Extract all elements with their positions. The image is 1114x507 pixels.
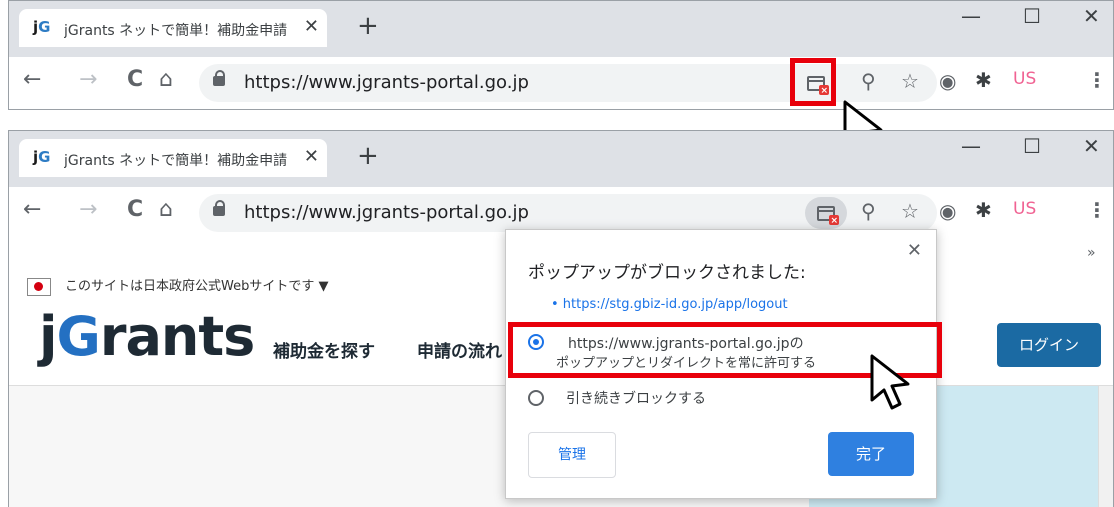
camera-icon[interactable]: ◉ [939, 69, 956, 93]
gov-banner-text: このサイトは日本政府公式Webサイトです ▼ [65, 279, 329, 294]
lock-icon[interactable] [213, 70, 225, 86]
forward-icon[interactable]: → [79, 67, 97, 92]
dialog-close-icon[interactable]: ✕ [907, 240, 922, 261]
camera-icon[interactable]: ◉ [939, 199, 956, 223]
back-icon[interactable]: ← [23, 197, 41, 222]
tab-close-icon[interactable]: ✕ [304, 146, 319, 167]
nav-application-flow[interactable]: 申請の流れ [417, 337, 502, 362]
manage-button[interactable]: 管理 [528, 432, 616, 478]
tab-close-icon[interactable]: ✕ [304, 16, 319, 37]
logo-g: G [56, 305, 101, 368]
bookmark-star-icon[interactable]: ☆ [901, 69, 919, 93]
maximize-button[interactable]: ☐ [1023, 134, 1041, 158]
menu-icon[interactable]: ⋮ [1087, 68, 1107, 92]
done-button[interactable]: 完了 [828, 432, 914, 476]
jgrants-favicon: jG [33, 18, 51, 36]
option-block-label: 引き続きブロックする [566, 391, 706, 407]
tab-title: jGrants ネットで簡単！補助金申請 [64, 153, 288, 169]
browser-tab[interactable]: jG jGrants ネットで簡単！補助金申請 ✕ [19, 139, 327, 177]
popup-blocked-icon[interactable]: × [817, 206, 839, 226]
toolbar: ← → C ⌂ https://www.jgrants-portal.go.jp… [9, 57, 1113, 109]
url-text: https://www.jgrants-portal.go.jp [244, 202, 529, 223]
maximize-button[interactable]: ☐ [1023, 4, 1041, 28]
back-icon[interactable]: ← [23, 67, 41, 92]
browser-window-top: jG jGrants ネットで簡単！補助金申請 ✕ + — ☐ ✕ ← → C … [8, 0, 1114, 110]
bookmarks-overflow-icon[interactable]: » [1087, 245, 1096, 261]
extensions-icon[interactable]: ✱ [975, 198, 992, 222]
japan-flag-icon [27, 277, 51, 296]
window-close-button[interactable]: ✕ [1083, 4, 1100, 28]
nav-search-subsidy[interactable]: 補助金を探す [273, 337, 375, 362]
jgrants-favicon: jG [33, 148, 51, 166]
lock-icon[interactable] [213, 200, 225, 216]
profile-badge[interactable]: US [1013, 199, 1036, 219]
radio-keep-blocking[interactable] [528, 390, 544, 406]
forward-icon[interactable]: → [79, 197, 97, 222]
blocked-popup-link[interactable]: • https://stg.gbiz-id.go.jp/app/logout [551, 297, 788, 312]
bookmark-star-icon[interactable]: ☆ [901, 199, 919, 223]
tab-title: jGrants ネットで簡単！補助金申請 [64, 23, 288, 39]
home-icon[interactable]: ⌂ [159, 197, 173, 222]
page-scrollbar[interactable] [1098, 386, 1113, 507]
reload-icon[interactable]: C [127, 67, 143, 92]
menu-icon[interactable]: ⋮ [1087, 198, 1107, 222]
reload-icon[interactable]: C [127, 197, 143, 222]
mouse-cursor-icon [870, 354, 910, 410]
jgrants-logo[interactable]: jGrants [39, 305, 255, 368]
new-tab-button[interactable]: + [357, 141, 379, 171]
login-button[interactable]: ログイン [997, 323, 1101, 367]
zoom-out-icon[interactable]: ⚲ [861, 199, 876, 223]
dialog-title: ポップアップがブロックされました: [528, 263, 806, 283]
home-icon[interactable]: ⌂ [159, 67, 173, 92]
url-text: https://www.jgrants-portal.go.jp [244, 72, 529, 93]
window-close-button[interactable]: ✕ [1083, 134, 1100, 158]
profile-badge[interactable]: US [1013, 69, 1036, 89]
minimize-button[interactable]: — [961, 134, 981, 158]
zoom-out-icon[interactable]: ⚲ [861, 69, 876, 93]
browser-tab[interactable]: jG jGrants ネットで簡単！補助金申請 ✕ [19, 9, 327, 47]
logo-rants: rants [99, 305, 255, 368]
minimize-button[interactable]: — [961, 4, 981, 28]
new-tab-button[interactable]: + [357, 11, 379, 41]
highlight-box-popup-icon [790, 58, 836, 106]
gov-banner[interactable]: このサイトは日本政府公式Webサイトです ▼ [27, 275, 328, 296]
extensions-icon[interactable]: ✱ [975, 68, 992, 92]
logo-j: j [39, 305, 57, 368]
